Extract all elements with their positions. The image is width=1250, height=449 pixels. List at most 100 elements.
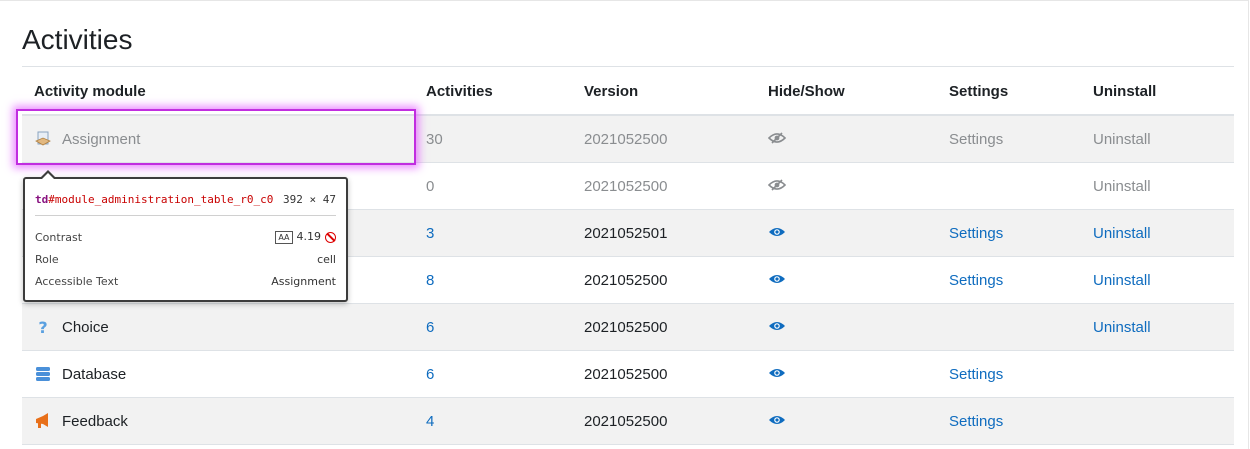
aa-badge: AA	[275, 231, 293, 244]
eye-icon[interactable]	[768, 319, 786, 331]
hide-show-cell	[756, 397, 937, 445]
element-tag: td	[35, 193, 49, 206]
eye-icon[interactable]	[768, 225, 786, 237]
page-title: Activities	[22, 24, 133, 55]
module-cell: ? Choice	[22, 303, 414, 351]
header-settings: Settings	[937, 68, 1081, 116]
version-cell: 2021052500	[572, 397, 756, 445]
uninstall-cell: Uninstall	[1081, 115, 1234, 163]
settings-link[interactable]: Settings	[949, 413, 1003, 430]
version-cell: 2021052500	[572, 256, 756, 304]
database-icon	[34, 365, 52, 383]
activities-count-link[interactable]: 30	[426, 131, 443, 148]
activities-count-cell: 6	[414, 350, 572, 398]
header-activity-module[interactable]: Activity module	[22, 68, 414, 116]
activities-count-link[interactable]: 3	[426, 225, 434, 242]
header-version: Version	[572, 68, 756, 116]
version-cell: 2021052500	[572, 115, 756, 163]
role-label: Role	[35, 253, 59, 266]
eye-slash-icon[interactable]	[767, 178, 787, 191]
activities-count-link[interactable]: 8	[426, 272, 434, 289]
table-header-row: Activity module Activities Version Hide/…	[22, 68, 1234, 116]
tooltip-divider	[35, 215, 336, 216]
settings-link[interactable]: Settings	[949, 225, 1003, 242]
activities-count-cell: 3	[414, 209, 572, 257]
activities-count-cell: 30	[414, 115, 572, 163]
uninstall-link[interactable]: Uninstall	[1093, 225, 1151, 242]
settings-link[interactable]: Settings	[949, 366, 1003, 383]
uninstall-cell	[1081, 350, 1234, 398]
eye-slash-icon[interactable]	[767, 131, 787, 144]
table-row: Feedback 4 2021052500 Settings	[22, 397, 1234, 445]
eye-icon[interactable]	[768, 272, 786, 284]
uninstall-cell: Uninstall	[1081, 303, 1234, 351]
title-divider	[22, 66, 1234, 67]
uninstall-link[interactable]: Uninstall	[1093, 319, 1151, 336]
settings-cell	[937, 162, 1081, 210]
header-uninstall: Uninstall	[1081, 68, 1234, 116]
element-size: 392 × 47	[283, 193, 336, 206]
module-name[interactable]: Choice	[62, 319, 109, 336]
inspector-tooltip: td#module_administration_table_r0_c0 392…	[23, 170, 348, 302]
uninstall-cell: Uninstall	[1081, 256, 1234, 304]
settings-cell: Settings	[937, 350, 1081, 398]
module-cell: Assignment	[22, 115, 414, 163]
hide-show-cell	[756, 162, 937, 210]
version-cell: 2021052501	[572, 209, 756, 257]
version-cell: 2021052500	[572, 350, 756, 398]
activities-count-cell: 0	[414, 162, 572, 210]
settings-cell: Settings	[937, 209, 1081, 257]
uninstall-link[interactable]: Uninstall	[1093, 178, 1151, 195]
version-cell: 2021052500	[572, 303, 756, 351]
hide-show-cell	[756, 303, 937, 351]
uninstall-cell	[1081, 397, 1234, 445]
hide-show-cell	[756, 115, 937, 163]
role-row: Role cell	[35, 253, 336, 266]
settings-link[interactable]: Settings	[949, 272, 1003, 289]
version-cell: 2021052500	[572, 162, 756, 210]
activities-count-link[interactable]: 6	[426, 366, 434, 383]
table-row: Assignment 30 2021052500 Settings Uninst…	[22, 115, 1234, 163]
module-name[interactable]: Feedback	[62, 413, 128, 430]
accessible-text-value: Assignment	[271, 275, 336, 288]
activities-count-cell: 8	[414, 256, 572, 304]
accessible-text-label: Accessible Text	[35, 275, 119, 288]
table-row: Database 6 2021052500 Settings	[22, 350, 1234, 398]
table-row: ? Choice 6 2021052500 Uninstall	[22, 303, 1234, 351]
hide-show-cell	[756, 209, 937, 257]
activities-count-cell: 4	[414, 397, 572, 445]
svg-text:?: ?	[38, 318, 47, 336]
contrast-row: Contrast AA 4.19	[35, 230, 336, 244]
activities-count-link[interactable]: 4	[426, 413, 434, 430]
activities-count-link[interactable]: 0	[426, 178, 434, 195]
contrast-label: Contrast	[35, 230, 83, 244]
eye-icon[interactable]	[768, 366, 786, 378]
header-activities: Activities	[414, 68, 572, 116]
role-value: cell	[317, 253, 336, 266]
header-hide-show: Hide/Show	[756, 68, 937, 116]
settings-cell: Settings	[937, 115, 1081, 163]
choice-icon: ?	[34, 318, 52, 336]
module-cell: Database	[22, 350, 414, 398]
module-name[interactable]: Database	[62, 366, 126, 383]
eye-icon[interactable]	[768, 413, 786, 425]
contrast-value: 4.19	[296, 230, 322, 243]
activities-count-cell: 6	[414, 303, 572, 351]
activities-count-link[interactable]: 6	[426, 319, 434, 336]
settings-cell	[937, 303, 1081, 351]
prohibited-icon	[325, 231, 336, 243]
uninstall-link[interactable]: Uninstall	[1093, 131, 1151, 148]
settings-cell: Settings	[937, 397, 1081, 445]
module-cell: Feedback	[22, 397, 414, 445]
uninstall-link[interactable]: Uninstall	[1093, 272, 1151, 289]
settings-cell: Settings	[937, 256, 1081, 304]
element-selector: td#module_administration_table_r0_c0	[35, 193, 273, 206]
hide-show-cell	[756, 350, 937, 398]
accessible-text-row: Accessible Text Assignment	[35, 275, 336, 288]
uninstall-cell: Uninstall	[1081, 162, 1234, 210]
settings-link[interactable]: Settings	[949, 131, 1003, 148]
module-name[interactable]: Assignment	[62, 131, 140, 148]
hide-show-cell	[756, 256, 937, 304]
element-id: #module_administration_table_r0_c0	[48, 193, 274, 206]
feedback-icon	[34, 412, 52, 430]
